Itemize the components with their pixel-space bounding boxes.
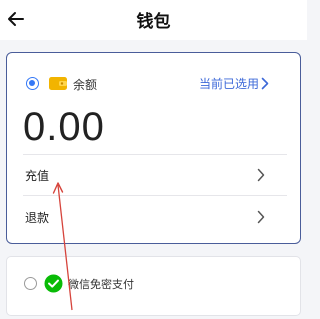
divider <box>23 195 287 196</box>
chevron-right-icon[interactable] <box>261 77 269 90</box>
chevron-right-icon[interactable] <box>257 210 265 224</box>
balance-card[interactable]: 余额 当前已选用 0.00 充值 退款 <box>6 52 301 244</box>
balance-amount: 0.00 <box>23 105 105 149</box>
top-bar: 钱包 <box>0 0 307 40</box>
wallet-icon <box>49 77 67 90</box>
wechat-pay-icon <box>44 274 63 293</box>
wechat-radio-unchecked[interactable] <box>24 277 37 290</box>
chevron-right-icon[interactable] <box>257 168 265 182</box>
recharge-label[interactable]: 充值 <box>25 167 49 184</box>
balance-radio-checked[interactable] <box>26 77 39 90</box>
page-title: 钱包 <box>136 12 171 32</box>
balance-label: 余额 <box>73 78 98 92</box>
wechat-pay-label: 微信免密支付 <box>68 278 134 291</box>
payment-option-card[interactable]: 微信免密支付 <box>6 256 301 316</box>
divider <box>23 154 287 155</box>
selected-status[interactable]: 当前已选用 <box>199 75 259 92</box>
refund-label[interactable]: 退款 <box>25 209 49 226</box>
